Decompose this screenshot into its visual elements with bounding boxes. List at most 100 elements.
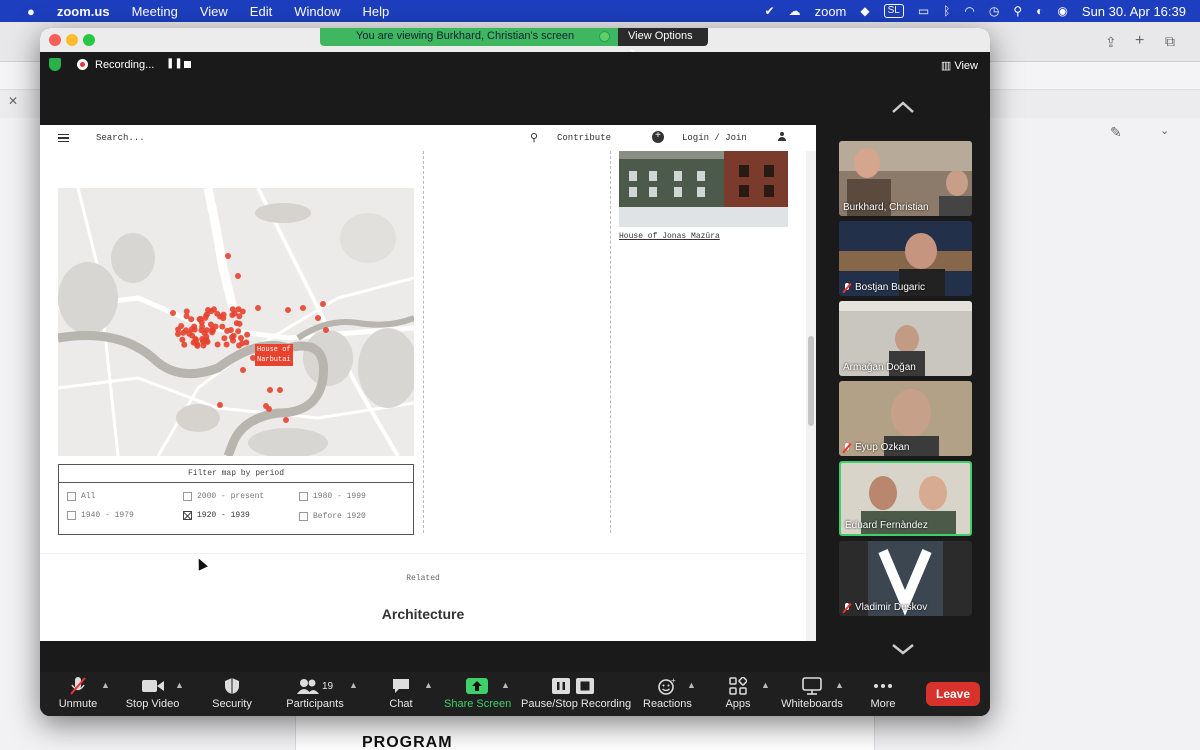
filter-option-2000-present[interactable]: 2000 - present [183,492,264,501]
map-marker[interactable] [236,320,243,327]
map-marker[interactable] [255,305,261,311]
stop-recording-icon[interactable] [184,61,191,68]
whiteboards-options-caret-icon[interactable]: ▲ [835,680,844,690]
participants-options-caret-icon[interactable]: ▲ [349,680,358,690]
map-marker[interactable] [285,307,291,313]
map-marker[interactable] [223,341,230,348]
checkbox[interactable] [183,492,192,501]
map-marker[interactable] [207,321,214,328]
menubar-sl-badge[interactable]: SL [883,4,904,18]
contribute-link[interactable]: Contribute [557,133,611,143]
filter-option-1940-1979[interactable]: 1940 - 1979 [67,511,134,520]
map-marker[interactable] [186,330,193,337]
map-marker[interactable] [191,323,198,330]
menubar-clock[interactable]: Sun 30. Apr 16:39 [1082,4,1186,19]
encryption-shield-icon[interactable] [49,58,61,71]
map-marker[interactable] [203,327,210,334]
map-marker[interactable] [194,342,201,349]
apple-icon[interactable]: ● [16,4,46,19]
gallery-scroll-up-button[interactable] [891,100,915,113]
audio-options-caret-icon[interactable]: ▲ [101,680,110,690]
chat-button[interactable]: Chat [384,676,418,710]
participant-tile[interactable]: Eyup Ozkan [839,381,972,456]
minimize-window-button[interactable] [66,34,78,46]
filter-option-before-1920[interactable]: Before 1920 [299,512,366,521]
video-options-caret-icon[interactable]: ▲ [175,680,184,690]
menu-help[interactable]: Help [351,4,400,19]
map-marker[interactable] [239,340,246,347]
menu-app-name[interactable]: zoom.us [46,4,121,19]
map-marker[interactable] [240,367,246,373]
apps-options-caret-icon[interactable]: ▲ [761,680,770,690]
participants-button[interactable]: 19 Participants [285,676,345,710]
reactions-options-caret-icon[interactable]: ▲ [687,680,696,690]
checkmark-icon[interactable]: ✔ [765,4,775,18]
user-icon[interactable] [778,132,786,142]
map-marker[interactable] [178,322,185,329]
checkbox[interactable] [67,492,76,501]
map-marker[interactable] [199,338,206,345]
leave-meeting-button[interactable]: Leave [926,682,980,706]
map-marker[interactable] [179,336,186,343]
stop-video-button[interactable]: Stop Video [125,676,180,710]
apps-button[interactable]: Apps [720,676,756,710]
map-marker[interactable] [315,315,321,321]
map-marker[interactable] [231,310,238,317]
participant-tile[interactable]: Burkhard, Christian [839,141,972,216]
city-map[interactable]: House of Narbutai [58,188,414,456]
siri-icon[interactable]: ◉ [1057,4,1067,18]
security-button[interactable]: Security [210,676,254,710]
scrollbar-thumb[interactable] [808,336,814,426]
login-join-link[interactable]: Login / Join [682,133,747,143]
bluetooth-icon[interactable]: ᛒ [943,4,950,18]
map-marker[interactable] [267,387,273,393]
map-marker[interactable] [227,327,234,334]
participant-tile[interactable]: Armağan Doğan [839,301,972,376]
add-circle-icon[interactable]: + [652,131,664,143]
map-marker[interactable] [197,315,204,322]
map-marker[interactable] [244,331,251,338]
map-marker[interactable] [235,328,242,335]
map-marker[interactable] [205,307,211,313]
view-button[interactable]: ▥ View [941,59,978,72]
search-icon[interactable]: ⚲ [530,131,538,145]
checkbox-checked[interactable] [183,511,192,520]
map-marker[interactable] [237,334,244,341]
map-marker[interactable] [263,403,269,409]
map-marker[interactable] [277,387,283,393]
filter-option-1980-1999[interactable]: 1980 - 1999 [299,492,366,501]
map-marker[interactable] [175,331,181,337]
participant-tile[interactable]: Bostjan Bugaric [839,221,972,296]
map-marker[interactable] [209,329,216,336]
participant-tile-active-speaker[interactable]: Eduard Fernàndez [839,461,972,536]
map-marker[interactable] [193,337,199,343]
checkbox[interactable] [299,512,308,521]
pause-recording-icon[interactable]: ❚❚ [166,58,183,69]
dropbox-icon[interactable]: ◆ [860,4,869,18]
menu-meeting[interactable]: Meeting [121,4,189,19]
menu-edit[interactable]: Edit [239,4,283,19]
menu-window[interactable]: Window [283,4,351,19]
participant-tile[interactable]: Vladimir Deskov [839,541,972,616]
map-marker[interactable] [220,315,227,322]
close-window-button[interactable] [49,34,61,46]
unmute-button[interactable]: Unmute [58,676,98,710]
map-marker[interactable] [230,332,237,339]
map-marker[interactable] [323,327,329,333]
share-options-caret-icon[interactable]: ▲ [501,680,510,690]
map-marker[interactable] [235,273,241,279]
map-marker[interactable] [283,417,289,423]
pause-stop-recording-button[interactable]: Pause/Stop Recording [521,676,631,710]
menu-view[interactable]: View [189,4,239,19]
map-marker[interactable] [221,335,228,342]
whiteboards-button[interactable]: Whiteboards [781,676,843,710]
map-marker[interactable] [219,323,226,330]
menu-hamburger-icon[interactable] [58,134,69,142]
creative-cloud-icon[interactable]: ☁ [789,4,801,18]
site-search-input[interactable]: Search... [96,133,145,143]
map-marker[interactable] [181,341,188,348]
map-marker[interactable] [217,402,223,408]
battery-icon[interactable]: ▭ [918,4,929,18]
shared-screen[interactable]: Search... ⚲ Contribute + Login / Join Ho… [40,125,816,641]
checkbox[interactable] [299,492,308,501]
